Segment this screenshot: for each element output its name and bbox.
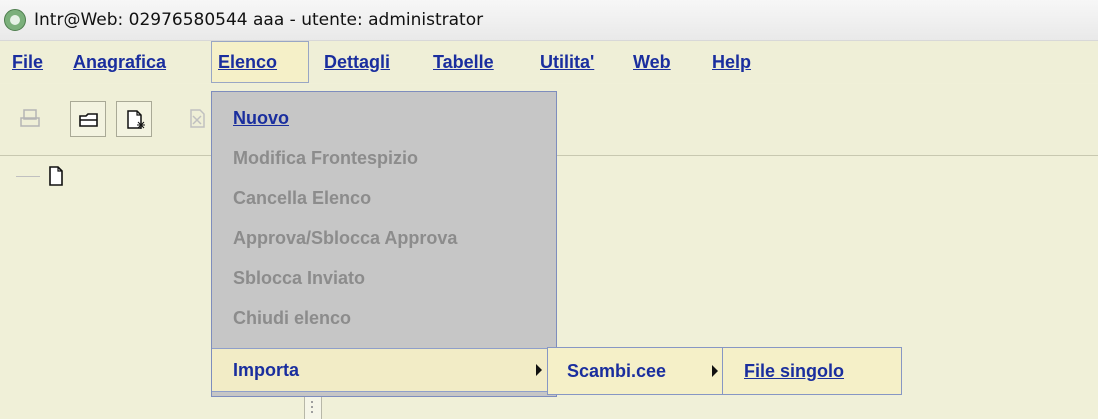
scambi-submenu: File singolo — [722, 347, 902, 395]
menu-utilita[interactable]: Utilita' — [534, 41, 600, 83]
menu-item-chiudi-label: Chiudi elenco — [233, 308, 352, 328]
menu-elenco-label: Elenco — [218, 52, 278, 72]
menu-tabelle[interactable]: Tabelle — [427, 41, 500, 83]
print-icon — [20, 109, 40, 127]
submenu-arrow-icon — [536, 364, 542, 376]
menu-item-modifica-frontespizio[interactable]: Modifica Frontespizio — [212, 138, 556, 178]
open-button[interactable] — [70, 101, 106, 137]
menu-item-importa[interactable]: Importa — [212, 348, 556, 392]
menu-item-sblocca-label: Sblocca Inviato — [233, 268, 366, 288]
menu-item-sblocca-inviato[interactable]: Sblocca Inviato — [212, 258, 556, 298]
document-icon — [49, 166, 63, 186]
title-bar: Intr@Web: 02976580544 aaa - utente: admi… — [0, 0, 1098, 41]
menu-item-approva-label: Approva/Sblocca Approva — [233, 228, 458, 248]
menu-item-cancella-label: Cancella Elenco — [233, 188, 372, 208]
menu-dettagli[interactable]: Dettagli — [318, 41, 396, 83]
menu-file[interactable]: File — [6, 41, 49, 83]
menu-utilita-label: Utilita' — [540, 52, 595, 72]
menu-item-nuovo[interactable]: Nuovo — [212, 98, 556, 138]
print-button[interactable] — [12, 101, 48, 137]
menu-bar: File Anagrafica Elenco Dettagli Tabelle … — [0, 41, 1098, 83]
menu-item-file-singolo[interactable]: File singolo — [744, 348, 844, 394]
delete-document-icon — [190, 109, 205, 128]
elenco-dropdown-menu: Nuovo Modifica Frontespizio Cancella Ele… — [211, 91, 557, 397]
menu-item-approva[interactable]: Approva/Sblocca Approva — [212, 218, 556, 258]
menu-item-scambi-cee[interactable]: Scambi.cee — [567, 348, 666, 394]
new-document-icon — [127, 110, 145, 129]
menu-item-scambi-label: Scambi.cee — [567, 361, 667, 381]
menu-anagrafica[interactable]: Anagrafica — [67, 41, 172, 83]
importa-submenu: Scambi.cee — [547, 347, 730, 395]
menu-help-label: Help — [712, 52, 752, 72]
new-button[interactable] — [116, 101, 152, 137]
menu-dettagli-label: Dettagli — [324, 52, 391, 72]
menu-help[interactable]: Help — [706, 41, 757, 83]
open-folder-icon — [79, 113, 98, 127]
menu-web-label: Web — [633, 52, 671, 72]
menu-item-modifica-label: Modifica Frontespizio — [233, 148, 419, 168]
menu-item-cancella-elenco[interactable]: Cancella Elenco — [212, 178, 556, 218]
menu-item-importa-label: Importa — [233, 360, 300, 380]
submenu-arrow-icon — [712, 365, 718, 377]
app-icon — [4, 9, 26, 31]
menu-item-chiudi-elenco[interactable]: Chiudi elenco — [212, 298, 556, 338]
menu-anagrafica-label: Anagrafica — [73, 52, 167, 72]
menu-tabelle-label: Tabelle — [433, 52, 494, 72]
menu-item-nuovo-label: Nuovo — [233, 108, 289, 128]
tree-node[interactable] — [48, 166, 64, 191]
menu-item-file-singolo-label: File singolo — [744, 361, 845, 381]
menu-elenco[interactable]: Elenco — [211, 41, 309, 83]
menu-file-label: File — [12, 52, 44, 72]
window-title: Intr@Web: 02976580544 aaa - utente: admi… — [34, 10, 484, 30]
menu-web[interactable]: Web — [627, 41, 677, 83]
splitter-handle[interactable] — [304, 397, 322, 419]
tree-connector — [16, 176, 40, 177]
